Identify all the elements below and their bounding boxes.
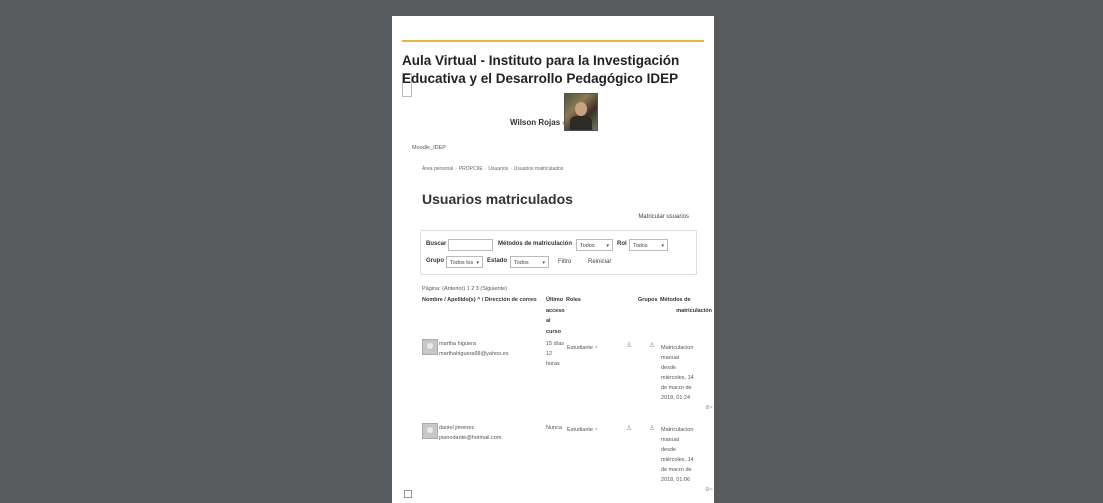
- chevron-down-icon: ▾: [606, 243, 609, 249]
- role-select[interactable]: Todos ▾: [629, 239, 668, 251]
- avatar-body: [570, 116, 592, 130]
- methods-select[interactable]: Todos ▾: [576, 239, 613, 251]
- enrol-users-button[interactable]: Matricular usuarios: [638, 214, 689, 220]
- column-header-last-access[interactable]: Último acceso al curso: [546, 295, 565, 337]
- method-line: de marzo de: [661, 385, 692, 391]
- breadcrumb-item[interactable]: Área personal: [422, 166, 453, 172]
- status-select-value: Todos: [514, 260, 529, 266]
- role-cell: Estudiante ×: [567, 425, 598, 435]
- remove-role-icon[interactable]: ×: [595, 345, 598, 351]
- enrol-method-cell: Matriculacion manual desde miércoles, 14…: [661, 343, 713, 413]
- method-line: miércoles, 14: [661, 457, 694, 463]
- header-line: al: [546, 318, 551, 324]
- role-name: Estudiante: [567, 345, 593, 351]
- method-line: desde: [661, 447, 676, 453]
- column-header-groups: Grupos: [638, 297, 658, 303]
- methods-select-value: Todos: [580, 243, 595, 249]
- unenrol-icon[interactable]: ×: [710, 405, 713, 411]
- enrol-method-cell: Matriculacion manual desde miércoles, 14…: [661, 425, 713, 495]
- docs-icon[interactable]: [404, 490, 412, 498]
- table-row: martha higuera marthahiguera68@yahoo.es: [439, 339, 509, 359]
- pagination[interactable]: Página: (Anterior) 1 2 3 (Siguiente): [422, 286, 507, 292]
- breadcrumb-item[interactable]: PROPCIIE: [459, 166, 483, 172]
- group-select[interactable]: Todos los ▾: [446, 256, 483, 268]
- last-access-line: 15 días: [546, 341, 565, 347]
- header-accent-line: [402, 40, 704, 42]
- method-line: desde: [661, 365, 676, 371]
- breadcrumb-separator-icon: ›: [484, 166, 487, 172]
- column-header-methods: Métodos de matriculación: [660, 295, 712, 316]
- breadcrumb-item-current: Usuarios matriculados: [513, 166, 564, 172]
- chevron-down-icon: ▾: [476, 260, 479, 266]
- status-label: Estado: [487, 258, 508, 264]
- method-line: Matriculacion: [661, 345, 694, 351]
- method-line: manual: [661, 355, 680, 361]
- enrol-actions: ⚙×: [661, 485, 713, 495]
- user-fullname-link[interactable]: martha higuera: [439, 339, 509, 349]
- user-picture[interactable]: [422, 339, 438, 355]
- header-line: acceso: [546, 307, 565, 314]
- method-line: manual: [661, 437, 680, 443]
- reset-button[interactable]: Reiniciar: [588, 259, 611, 265]
- role-select-value: Todos: [633, 243, 648, 249]
- role-cell: Estudiante ×: [567, 343, 598, 353]
- assign-role-icon[interactable]: ♙: [626, 341, 632, 349]
- page-title: Usuarios matriculados: [422, 191, 573, 207]
- site-brand-link[interactable]: Moodle_IDEP: [412, 145, 446, 151]
- user-menu[interactable]: Wilson Rojas ▾: [510, 118, 565, 127]
- avatar-face: [575, 102, 587, 116]
- header-line: Métodos de: [660, 297, 691, 303]
- breadcrumb-item[interactable]: Usuarios: [488, 166, 508, 172]
- method-line: de marzo de: [661, 467, 692, 473]
- status-select[interactable]: Todos ▾: [510, 256, 549, 268]
- method-line: 2018, 01:06: [661, 477, 691, 483]
- group-label: Grupo: [426, 258, 444, 264]
- user-email: marthahiguera68@yahoo.es: [439, 351, 509, 357]
- methods-label: Métodos de matriculación: [498, 241, 573, 247]
- breadcrumb: Área personal › PROPCIIE › Usuarios › Usuarios…: [422, 166, 563, 172]
- user-name[interactable]: Wilson Rojas: [510, 118, 560, 127]
- role-name: Estudiante: [567, 427, 593, 433]
- search-input[interactable]: [448, 239, 493, 251]
- user-picture[interactable]: [422, 423, 438, 439]
- user-email: pianodante@hotmail.com: [439, 435, 502, 441]
- header-line: curso: [546, 328, 561, 335]
- filter-button[interactable]: Filtro: [558, 259, 571, 265]
- breadcrumb-separator-icon: ›: [510, 166, 512, 172]
- method-line: miércoles, 14: [661, 375, 694, 381]
- header-line: Último: [546, 297, 564, 303]
- assign-role-icon[interactable]: ♙: [626, 424, 632, 432]
- user-fullname-link[interactable]: daniel jimenez: [439, 423, 501, 433]
- chevron-down-icon: ▾: [661, 243, 664, 249]
- moodle-page: Aula Virtual - Instituto para la Investi…: [392, 16, 714, 503]
- unenrol-icon[interactable]: ×: [710, 487, 713, 493]
- role-label: Rol: [617, 241, 627, 247]
- last-access-line: Nunca: [546, 425, 562, 431]
- header-line: matriculación: [676, 307, 712, 314]
- add-to-group-icon[interactable]: ♙: [649, 424, 655, 432]
- last-access-cell: 15 días 12 horas: [546, 339, 564, 369]
- add-to-group-icon[interactable]: ♙: [649, 341, 655, 349]
- breadcrumb-separator-icon: ›: [455, 166, 457, 172]
- chevron-down-icon: ▾: [542, 260, 545, 266]
- site-title: Aula Virtual - Instituto para la Investi…: [402, 53, 680, 86]
- table-row: daniel jimenez pianodante@hotmail.com: [439, 423, 501, 443]
- search-label: Buscar: [426, 241, 447, 247]
- method-line: 2018, 01:24: [661, 395, 691, 401]
- column-header-roles: Roles: [566, 297, 581, 303]
- last-access-line: horas: [546, 361, 560, 367]
- user-avatar[interactable]: [564, 93, 598, 131]
- filter-form: Buscar Métodos de matriculación Todos ▾ R…: [420, 230, 697, 275]
- enrol-actions: ⚙×: [661, 403, 713, 413]
- method-line: Matriculacion: [661, 427, 694, 433]
- remove-role-icon[interactable]: ×: [595, 427, 598, 433]
- last-access-line: 12: [546, 351, 553, 357]
- group-select-value: Todos los: [450, 260, 474, 266]
- column-header-name[interactable]: Nombre / Apellido(s) ^ / Dirección de co…: [422, 295, 537, 306]
- last-access-cell: Nunca: [546, 423, 562, 433]
